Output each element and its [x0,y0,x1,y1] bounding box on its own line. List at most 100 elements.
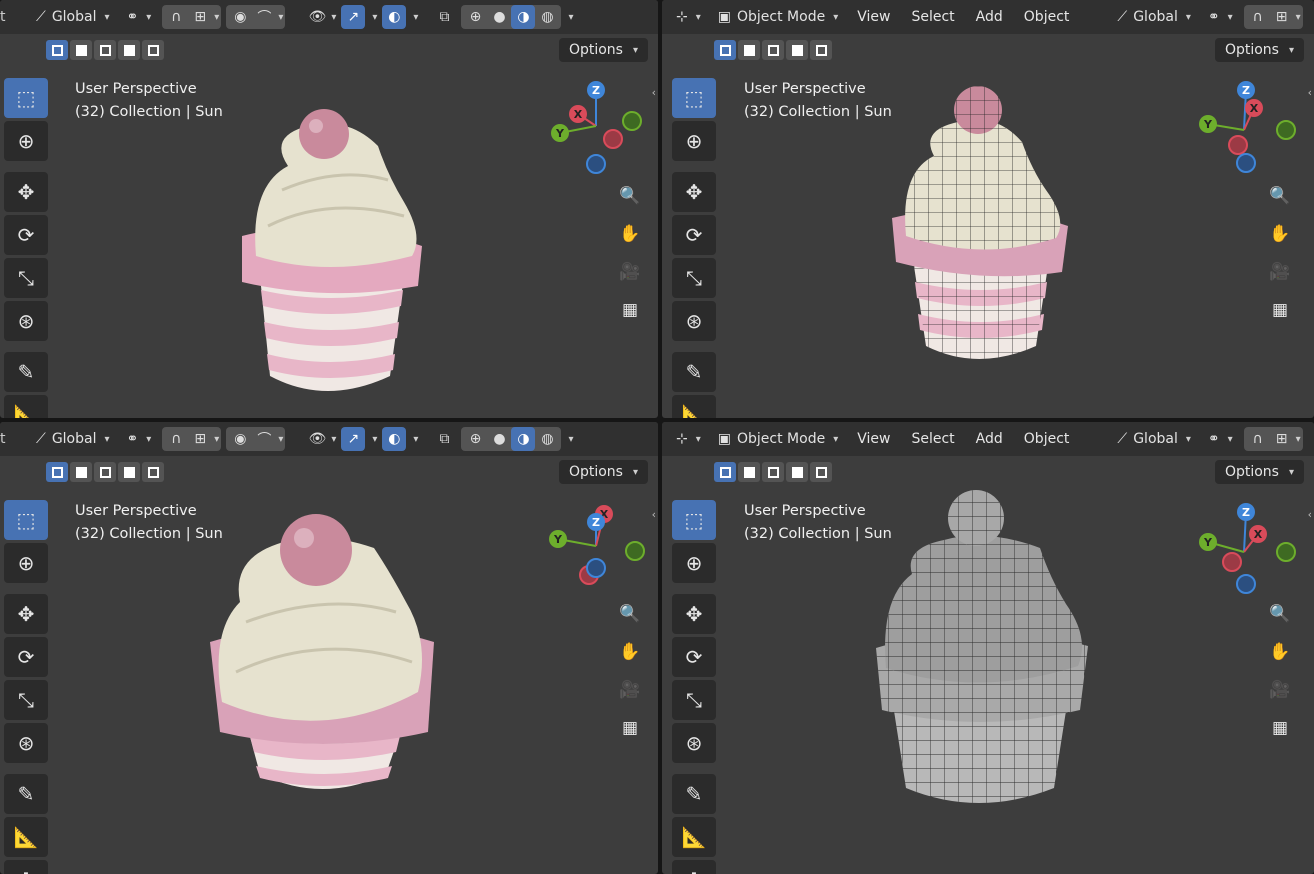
cupcake-model[interactable] [228,106,428,398]
rendered-shading-icon[interactable]: ◍ [535,5,559,29]
grid-perspective-icon[interactable]: ▦ [1263,711,1297,745]
chevron-down-icon[interactable]: ▾ [214,434,219,445]
hand-pan-icon[interactable]: ✋ [613,217,647,251]
scale-icon[interactable]: ⤡ [672,680,716,720]
xray-toggle[interactable]: ⧉ [432,5,456,29]
select-subtract-icon[interactable] [762,40,784,60]
proportional-edit-icon[interactable]: ◉ [228,427,252,451]
rotate-icon[interactable]: ⟳ [4,637,48,677]
move-icon[interactable]: ✥ [672,594,716,634]
cupcake-model[interactable] [206,512,438,802]
snap-magnet-icon[interactable]: ∩ [1246,427,1270,451]
measure-icon[interactable]: 📐 [672,395,716,418]
transform-icon[interactable]: ⊛ [672,301,716,341]
select-subtract-icon[interactable] [762,462,784,482]
select-new-icon[interactable] [714,462,736,482]
gizmo-toggle[interactable]: ↗ [341,427,366,451]
pivot-point-dropdown[interactable]: ⚭ ▾ [121,5,158,29]
overlays-toggle[interactable]: ◐ [382,5,407,29]
zoom-icon[interactable]: 🔍 [613,597,647,631]
transform-orientation-dropdown[interactable]: ⟋ Global ▾ [1111,5,1197,29]
sidebar-toggle-arrow-icon[interactable]: ‹ [652,508,656,521]
navigation-gizmo[interactable]: X Z Y [540,498,650,608]
rotate-icon[interactable]: ⟳ [4,215,48,255]
select-invert-icon[interactable] [786,462,808,482]
sidebar-toggle-arrow-icon[interactable]: ‹ [652,86,656,99]
select-box-icon[interactable]: ⬚ [4,500,48,540]
gizmo-dropdown[interactable]: ▾ [370,427,377,451]
solid-shading-icon[interactable]: ● [487,5,511,29]
viewport-bottom-right[interactable]: ⊹ ▾ ▣ Object Mode ▾ View Select Add Objec… [662,422,1314,874]
gizmo-neg-y-ball[interactable] [1276,120,1296,140]
zoom-icon[interactable]: 🔍 [613,179,647,213]
annotate-icon[interactable]: ✎ [4,774,48,814]
add-cube-icon[interactable]: ✚ [4,860,48,874]
menu-add[interactable]: Add [968,427,1011,451]
chevron-down-icon[interactable]: ▾ [1296,434,1301,445]
select-invert-icon[interactable] [118,462,140,482]
transform-orientation-dropdown[interactable]: ⟋ Global ▾ [30,5,116,29]
select-invert-icon[interactable] [118,40,140,60]
snap-increment-icon[interactable]: ⊞ [1270,427,1294,451]
shading-dropdown[interactable]: ▾ [566,427,573,451]
gizmo-neg-y-ball[interactable] [1276,542,1296,562]
falloff-curve-icon[interactable]: ⌒ [252,5,276,29]
material-shading-icon[interactable]: ◑ [511,427,536,451]
gizmo-neg-z-ball[interactable] [586,154,606,174]
options-button[interactable]: Options ▾ [1214,460,1304,484]
select-new-icon[interactable] [46,40,68,60]
move-icon[interactable]: ✥ [4,594,48,634]
shading-dropdown[interactable]: ▾ [566,5,573,29]
snap-magnet-icon[interactable]: ∩ [164,5,188,29]
select-box-icon[interactable]: ⬚ [672,78,716,118]
gizmo-neg-z-ball[interactable] [1236,574,1256,594]
sidebar-toggle-arrow-icon[interactable]: ‹ [1308,86,1312,99]
camera-icon[interactable]: 🎥 [613,673,647,707]
editor-type-dropdown[interactable]: ⊹ ▾ [670,5,707,29]
select-invert-icon[interactable] [786,40,808,60]
select-subtract-icon[interactable] [94,462,116,482]
snap-increment-icon[interactable]: ⊞ [188,427,212,451]
grid-perspective-icon[interactable]: ▦ [1263,293,1297,327]
cursor-icon[interactable]: ⊕ [4,121,48,161]
navigation-gizmo[interactable]: Z X Y [1192,498,1302,608]
menu-object[interactable]: Object [1016,5,1078,29]
snap-increment-icon[interactable]: ⊞ [1270,5,1294,29]
add-cube-icon[interactable]: ✚ [672,860,716,874]
viewport-bottom-left[interactable]: t ⟋ Global ▾ ⚭ ▾ ∩ ⊞ ▾ ◉ ⌒ ▾ 👁 ▾ ↗ ▾ ◐ ▾ ⧉… [0,422,658,874]
cursor-icon[interactable]: ⊕ [672,121,716,161]
wireframe-shading-icon[interactable]: ⊕ [463,5,487,29]
options-button[interactable]: Options ▾ [558,38,648,62]
transform-icon[interactable]: ⊛ [672,723,716,763]
hand-pan-icon[interactable]: ✋ [613,635,647,669]
scale-icon[interactable]: ⤡ [4,258,48,298]
select-extend-icon[interactable] [738,40,760,60]
select-intersect-icon[interactable] [142,40,164,60]
gizmo-neg-y-ball[interactable] [625,541,645,561]
wireframe-shading-icon[interactable]: ⊕ [463,427,487,451]
select-intersect-icon[interactable] [810,462,832,482]
transform-icon[interactable]: ⊛ [4,301,48,341]
rotate-icon[interactable]: ⟳ [672,215,716,255]
navigation-gizmo[interactable]: Z X Y [540,76,650,186]
gizmo-neg-y-ball[interactable] [622,111,642,131]
gizmo-neg-x-ball[interactable] [603,129,623,149]
gizmo-neg-z-ball[interactable] [586,558,606,578]
transform-orientation-dropdown[interactable]: ⟋ Global ▾ [30,427,116,451]
xray-toggle[interactable]: ⧉ [432,427,456,451]
pivot-point-dropdown[interactable]: ⚭ ▾ [1202,5,1239,29]
visibility-dropdown[interactable]: 👁 ▾ [305,427,336,451]
rendered-shading-icon[interactable]: ◍ [535,427,559,451]
gizmo-dropdown[interactable]: ▾ [370,5,377,29]
material-shading-icon[interactable]: ◑ [511,5,536,29]
menu-object[interactable]: Object [1016,427,1078,451]
viewport-top-left[interactable]: t ⟋ Global ▾ ⚭ ▾ ∩ ⊞ ▾ ◉ ⌒ ▾ 👁 ▾ ↗ ▾ ◐ ▾ ⧉… [0,0,658,418]
camera-icon[interactable]: 🎥 [1263,673,1297,707]
measure-icon[interactable]: 📐 [4,817,48,857]
grid-perspective-icon[interactable]: ▦ [613,293,647,327]
gizmo-toggle[interactable]: ↗ [341,5,366,29]
menu-view[interactable]: View [849,427,898,451]
snap-magnet-icon[interactable]: ∩ [1246,5,1270,29]
sidebar-toggle-arrow-icon[interactable]: ‹ [1308,508,1312,521]
scale-icon[interactable]: ⤡ [672,258,716,298]
